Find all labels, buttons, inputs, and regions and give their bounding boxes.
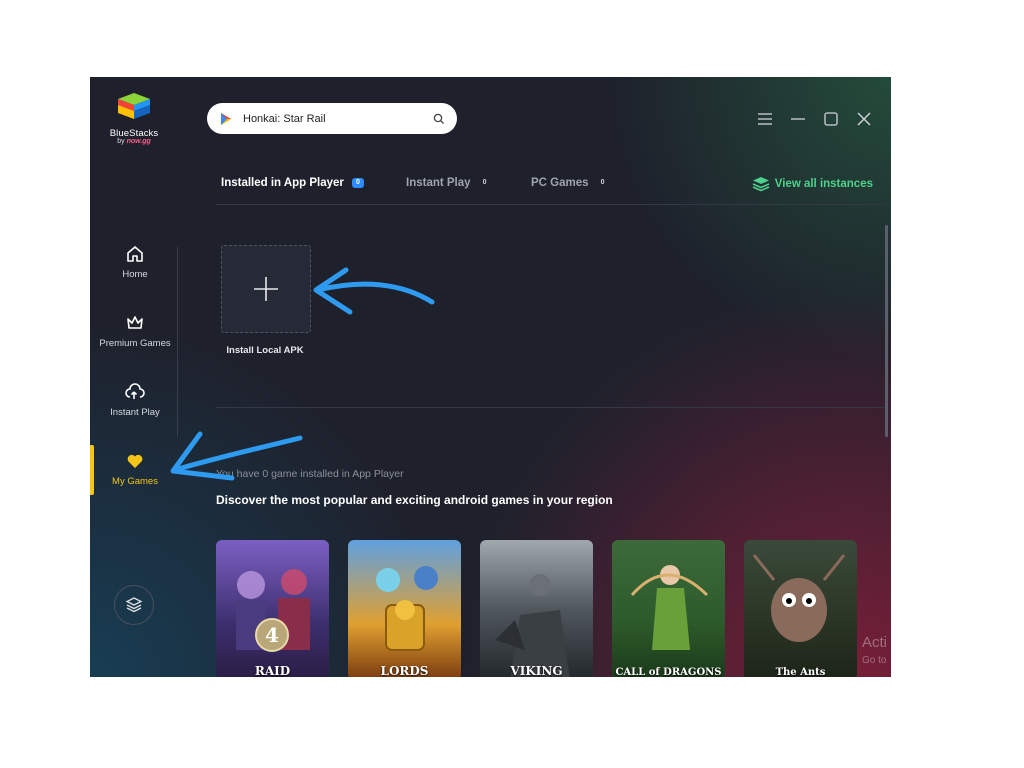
svg-text:4: 4 <box>265 623 279 647</box>
game-title: CALL of DRAGONS <box>615 667 722 677</box>
game-card[interactable]: LORDS <box>348 540 461 677</box>
discover-heading: Discover the most popular and exciting a… <box>216 493 613 507</box>
bluestacks-window: BlueStacks by now.gg Home Premium Games … <box>90 77 891 677</box>
scrollbar[interactable] <box>885 225 888 437</box>
bluestacks-logo: BlueStacks by now.gg <box>104 91 164 145</box>
sidebar-item-my-games[interactable]: My Games <box>90 451 180 487</box>
section-divider <box>216 407 886 408</box>
sidebar-item-label: Premium Games <box>99 338 171 349</box>
view-all-instances-link[interactable]: View all instances <box>752 176 873 192</box>
activation-watermark: Acti <box>862 634 888 651</box>
game-card[interactable]: The Ants <box>744 540 857 677</box>
heart-icon <box>127 454 143 468</box>
game-title: LORDS <box>380 664 429 677</box>
game-card[interactable]: VIKING <box>480 540 593 677</box>
tab-count-badge: 0 <box>482 179 487 186</box>
brand-by: by now.gg <box>104 138 164 145</box>
search-input[interactable]: Honkai: Star Rail <box>243 113 433 125</box>
game-title: VIKING <box>510 664 563 677</box>
game-artwork <box>480 540 593 677</box>
sidebar-item-label: Instant Play <box>110 407 160 418</box>
game-title: The Ants <box>775 667 826 677</box>
view-all-label: View all instances <box>774 178 873 190</box>
search-bar[interactable]: Honkai: Star Rail <box>207 103 457 134</box>
tab-count-badge: 0 <box>351 178 364 188</box>
brand-by-brand: now.gg <box>126 138 151 145</box>
layers-icon <box>752 177 770 192</box>
game-artwork <box>744 540 857 677</box>
game-card[interactable]: 4 RAID <box>216 540 329 677</box>
sidebar-item-label: My Games <box>112 476 158 487</box>
maximize-button[interactable] <box>823 111 839 127</box>
install-local-apk-button[interactable] <box>221 245 311 333</box>
crown-icon <box>127 316 143 329</box>
game-artwork: 4 <box>216 540 329 677</box>
menu-icon <box>758 113 772 125</box>
sidebar-item-home[interactable]: Home <box>90 244 180 280</box>
brand-by-text: by <box>117 138 125 145</box>
minimize-button[interactable] <box>790 111 806 127</box>
tabs-divider <box>216 204 886 205</box>
sidebar-item-instant-play[interactable]: Instant Play <box>90 382 180 418</box>
game-artwork <box>612 540 725 677</box>
sidebar-divider <box>177 247 178 437</box>
home-icon <box>127 246 143 262</box>
close-button[interactable] <box>856 111 872 127</box>
multi-instance-button[interactable] <box>114 585 154 625</box>
search-icon[interactable] <box>433 113 445 125</box>
game-artwork <box>348 540 461 677</box>
bluestacks-logo-icon <box>118 93 150 119</box>
layers-icon <box>125 597 143 613</box>
installed-status-text: You have 0 game installed in App Player <box>216 468 404 480</box>
tab-instant-play[interactable]: Instant Play 0 <box>406 177 491 189</box>
tab-label: Installed in App Player <box>221 177 344 189</box>
activation-watermark-sub: Go to <box>862 655 887 666</box>
close-icon <box>857 112 871 126</box>
game-card[interactable]: CALL of DRAGONS <box>612 540 725 677</box>
play-store-icon <box>221 112 231 125</box>
tab-pc-games[interactable]: PC Games 0 <box>531 177 609 189</box>
tab-installed-in-app-player[interactable]: Installed in App Player 0 <box>221 177 364 189</box>
tab-label: PC Games <box>531 177 589 189</box>
cloud-play-icon <box>125 383 145 399</box>
sidebar-item-premium-games[interactable]: Premium Games <box>90 313 180 349</box>
maximize-icon <box>824 112 838 126</box>
plus-icon <box>254 277 278 301</box>
sidebar-item-label: Home <box>122 269 148 280</box>
tab-label: Instant Play <box>406 177 471 189</box>
game-title: RAID <box>254 664 291 677</box>
install-local-apk-label: Install Local APK <box>226 345 304 356</box>
minimize-icon <box>791 118 805 120</box>
tab-count-badge: 0 <box>600 179 605 186</box>
menu-button[interactable] <box>757 111 773 127</box>
